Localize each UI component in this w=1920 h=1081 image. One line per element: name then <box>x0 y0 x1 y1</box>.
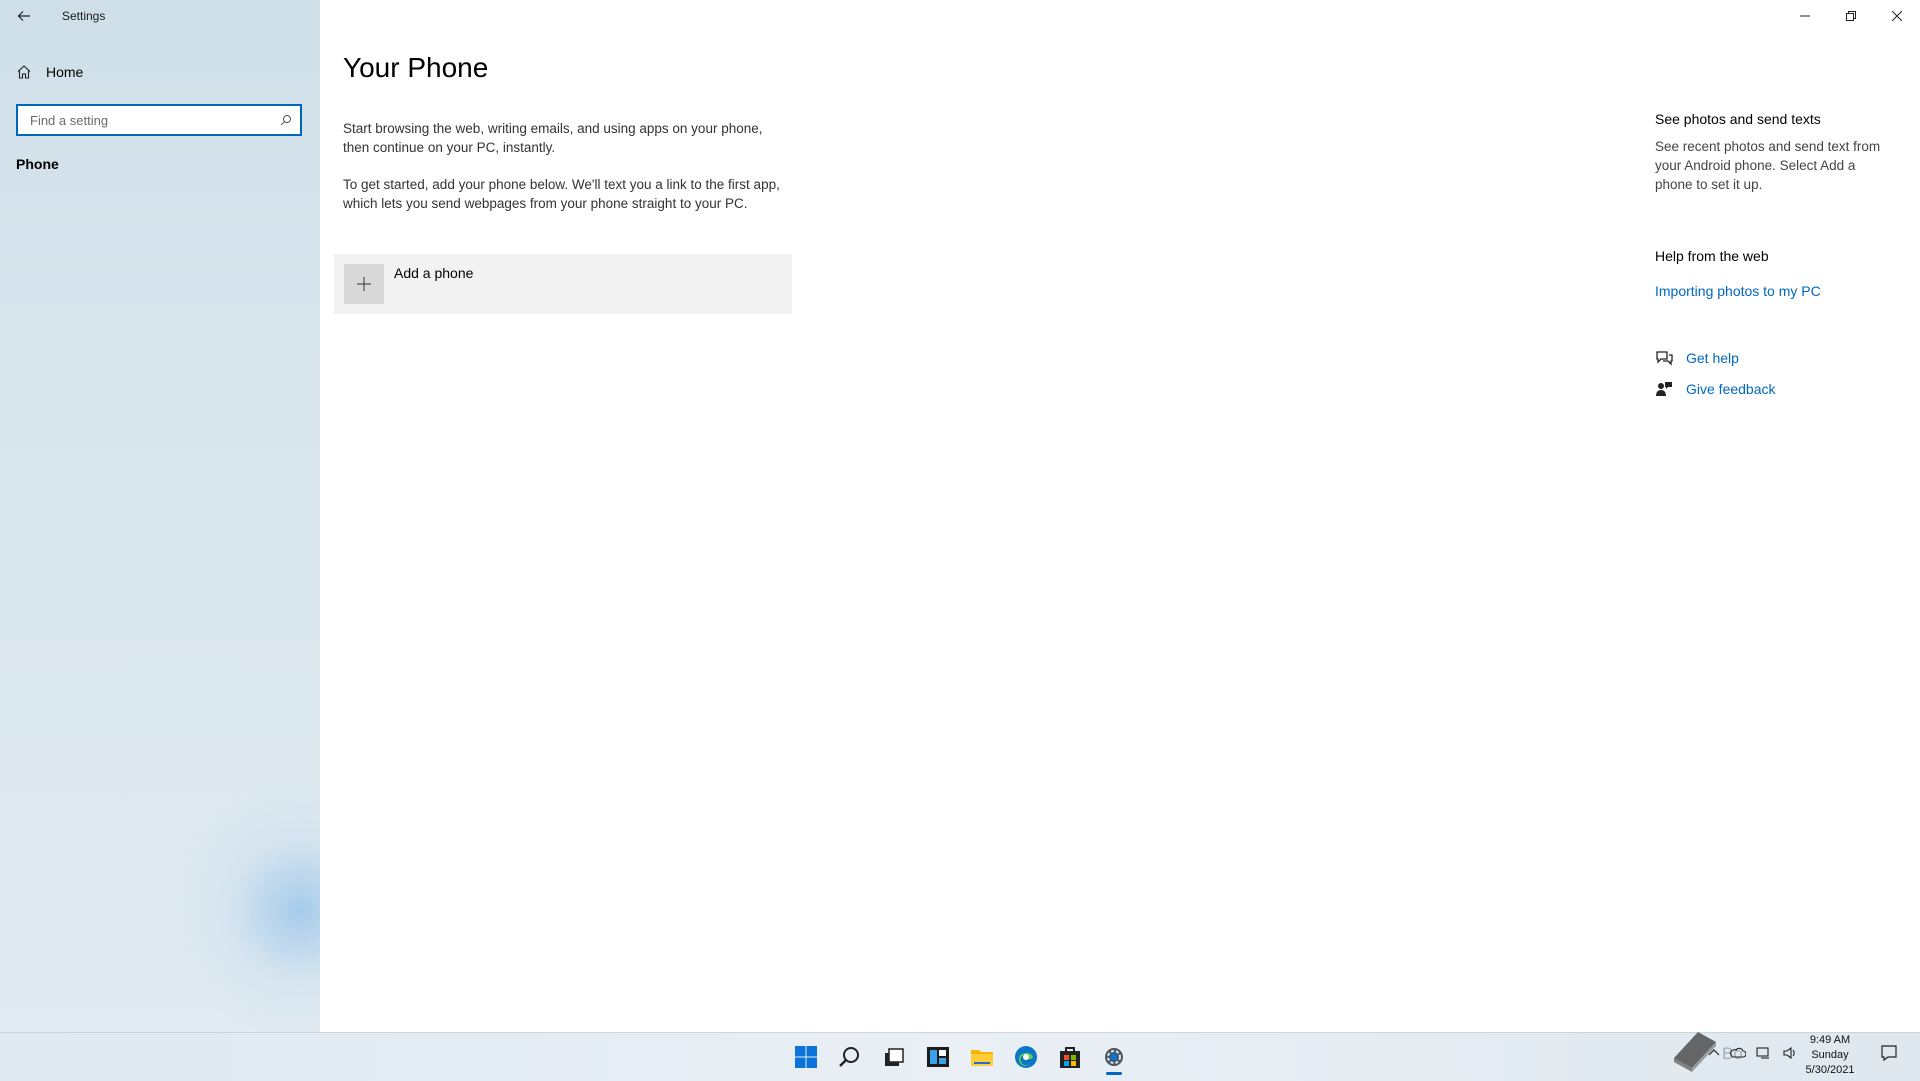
restore-button[interactable] <box>1828 0 1874 32</box>
get-help-label: Get help <box>1686 350 1739 366</box>
network-icon[interactable] <box>1756 1046 1772 1060</box>
page-title: Your Phone <box>343 52 489 83</box>
give-feedback-icon <box>1654 379 1674 399</box>
get-started-description: To get started, add your phone below. We… <box>343 177 780 211</box>
home-icon <box>17 65 31 79</box>
search-icon[interactable] <box>830 1033 870 1081</box>
file-explorer-icon[interactable] <box>962 1033 1002 1081</box>
importing-photos-link[interactable]: Importing photos to my PC <box>1655 283 1821 299</box>
nav-home[interactable]: Home <box>16 60 83 84</box>
settings-search-box[interactable] <box>16 104 302 136</box>
taskbar-icons <box>786 1033 1134 1081</box>
restore-icon <box>1846 11 1856 21</box>
task-view-icon[interactable] <box>874 1033 914 1081</box>
minimize-button[interactable] <box>1782 0 1828 32</box>
clock-day: Sunday <box>1811 1049 1849 1061</box>
settings-icon[interactable] <box>1094 1033 1134 1081</box>
related-heading-photos: See photos and send texts <box>1655 111 1821 127</box>
back-button[interactable] <box>10 2 38 30</box>
get-help-icon <box>1654 348 1674 368</box>
add-phone-button[interactable]: Add a phone <box>334 254 792 314</box>
close-icon <box>1892 11 1902 21</box>
back-arrow-icon <box>17 11 30 21</box>
clock-date: 5/30/2021 <box>1805 1064 1855 1076</box>
related-text-photos: See recent photos and send text from you… <box>1655 139 1881 192</box>
give-feedback-label: Give feedback <box>1686 381 1776 397</box>
system-tray-icons <box>1708 1046 1798 1060</box>
taskbar <box>0 1032 1920 1081</box>
close-button[interactable] <box>1874 0 1920 32</box>
window-controls <box>1782 0 1920 32</box>
start-icon[interactable] <box>786 1033 826 1081</box>
search-input[interactable] <box>28 111 278 129</box>
settings-sidebar: Settings Home Phone <box>0 0 320 1032</box>
taskbar-clock[interactable]: 9:49 AM Sunday 5/30/2021 <box>1790 1033 1870 1078</box>
search-icon[interactable] <box>278 112 294 128</box>
help-from-web-heading: Help from the web <box>1655 248 1769 264</box>
app-title: Settings <box>62 9 106 23</box>
chevron-up-icon[interactable] <box>1708 1046 1720 1060</box>
onedrive-icon[interactable] <box>1730 1046 1746 1060</box>
clock-time: 9:49 AM <box>1809 1034 1851 1046</box>
notification-center-icon[interactable] <box>1880 1044 1898 1067</box>
plus-icon <box>344 264 384 304</box>
add-phone-label: Add a phone <box>394 265 474 281</box>
get-help-link[interactable]: Get help <box>1654 348 1739 368</box>
widgets-icon[interactable] <box>918 1033 958 1081</box>
intro-description: Start browsing the web, writing emails, … <box>343 121 763 155</box>
nav-phone-section[interactable]: Phone <box>16 156 59 172</box>
store-icon[interactable] <box>1050 1033 1090 1081</box>
nav-home-label: Home <box>46 64 84 80</box>
minimize-icon <box>1800 15 1810 17</box>
edge-icon[interactable] <box>1006 1033 1046 1081</box>
give-feedback-link[interactable]: Give feedback <box>1654 379 1776 399</box>
